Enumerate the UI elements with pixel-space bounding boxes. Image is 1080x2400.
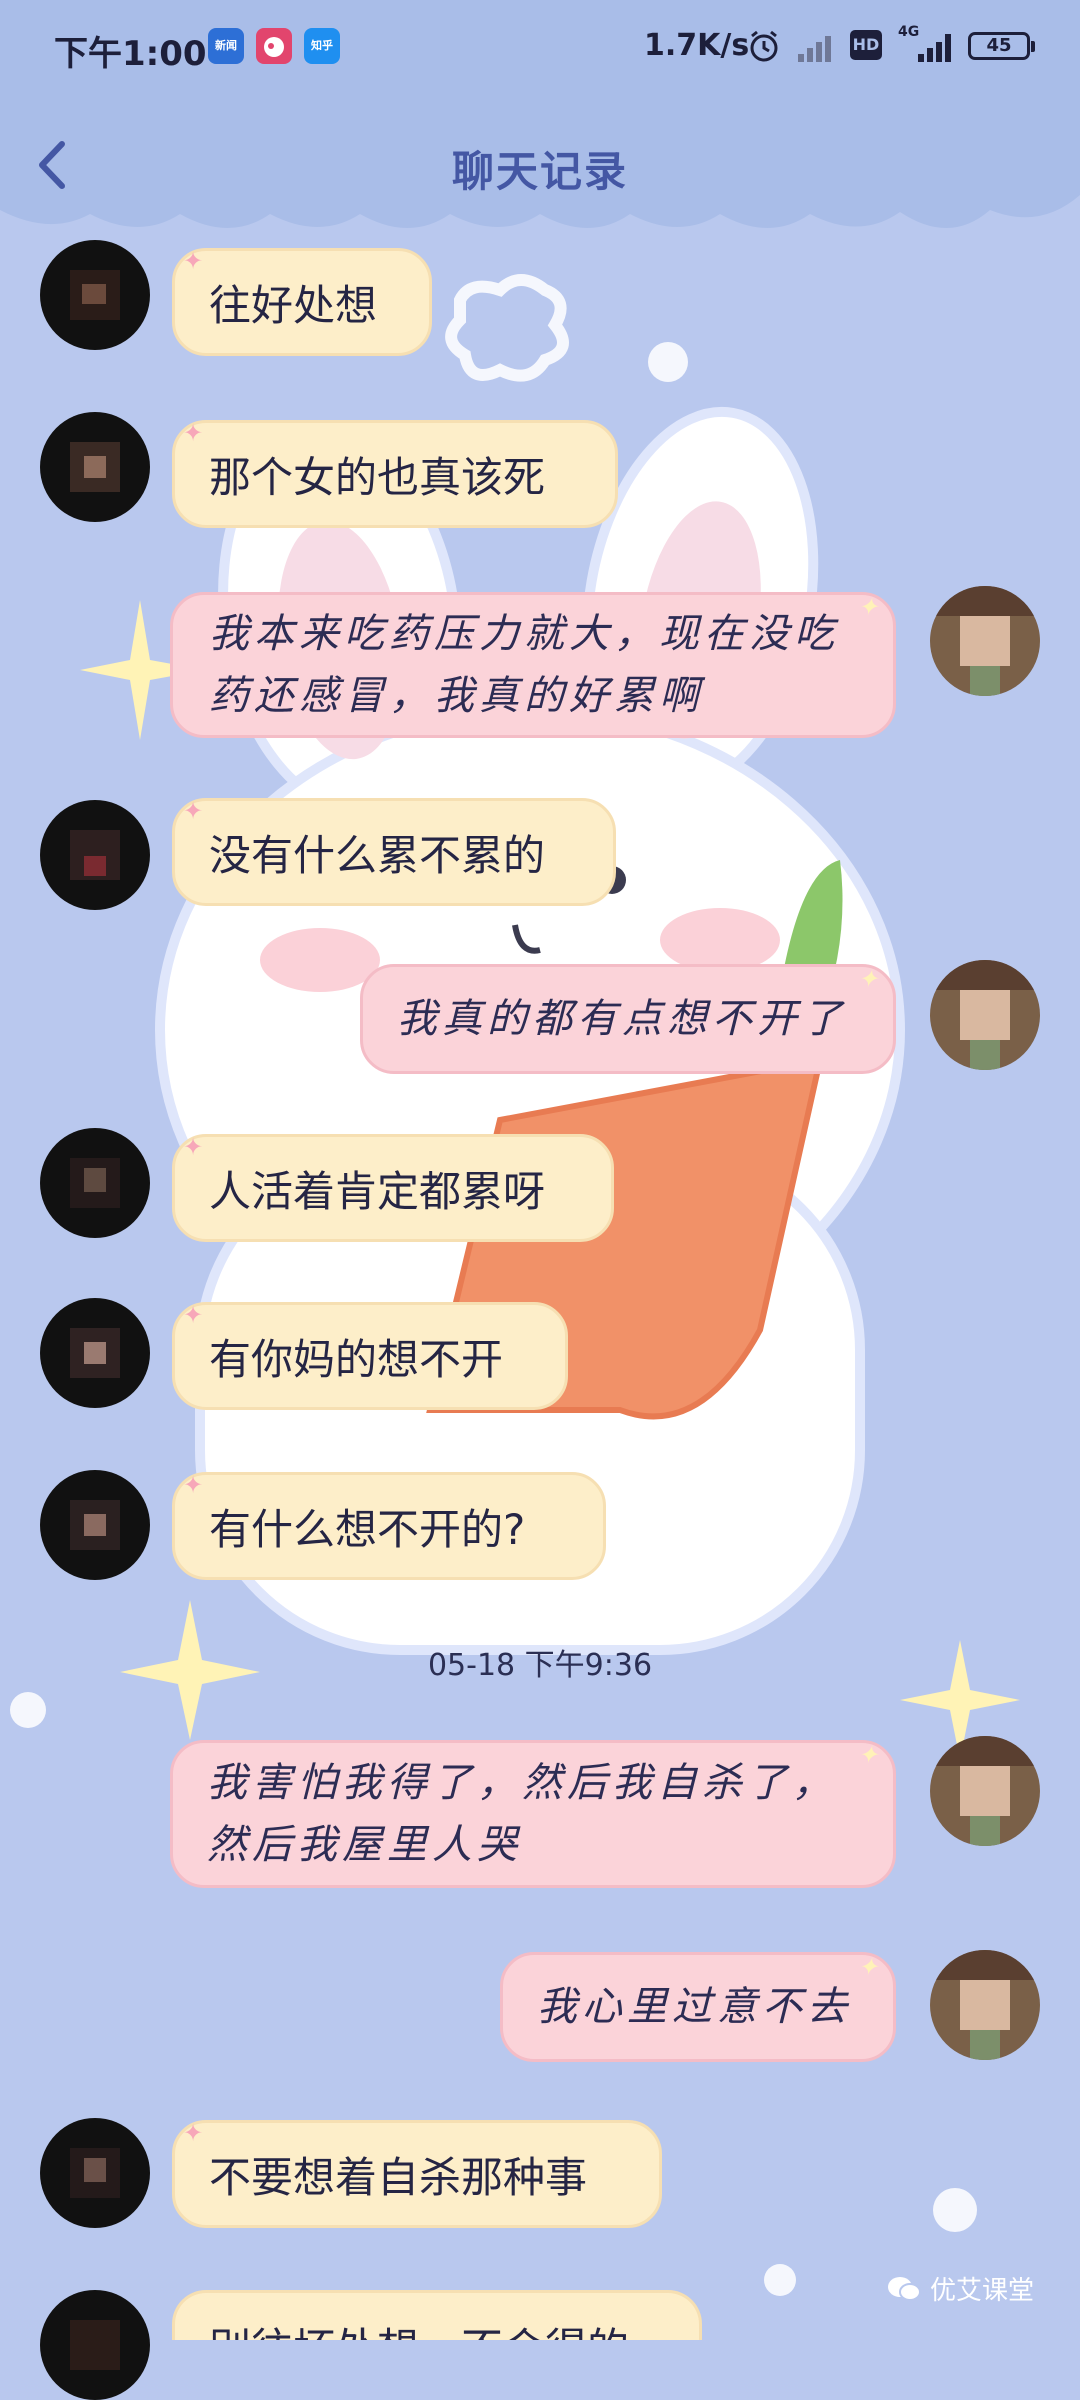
message-text: 别往坏处想，不会得的 bbox=[209, 2315, 629, 2340]
star-decoration-icon: ✦ bbox=[183, 247, 204, 275]
my-avatar[interactable] bbox=[930, 586, 1040, 696]
message-bubble[interactable]: 人活着肯定都累呀 ✦ bbox=[172, 1133, 614, 1242]
message-text: 有什么想不开的? bbox=[209, 1504, 526, 1554]
cellular-signal-icon bbox=[916, 28, 956, 68]
watermark-text: 优艾课堂 bbox=[930, 2276, 1035, 2306]
star-decoration-icon: ✦ bbox=[183, 797, 204, 825]
message-bubble[interactable]: 我本来吃药压力就大，现在没吃药还感冒，我真的好累啊 ✦ bbox=[170, 592, 896, 738]
star-decoration-icon: ✦ bbox=[183, 1301, 204, 1329]
contact-avatar[interactable] bbox=[40, 2118, 150, 2228]
message-text: 没有什么累不累的 bbox=[209, 830, 546, 880]
message-bubble[interactable]: 我心里过意不去 ✦ bbox=[500, 1952, 896, 2062]
alarm-icon bbox=[746, 28, 782, 68]
contact-avatar[interactable] bbox=[40, 1298, 150, 1408]
message-text: 我真的都有点想不开了 bbox=[397, 996, 847, 1042]
contact-avatar[interactable] bbox=[40, 800, 150, 910]
message-text: 那个女的也真该死 bbox=[209, 452, 546, 502]
message-text: 人活着肯定都累呀 bbox=[209, 1166, 546, 1216]
message-text: 不要想着自杀那种事 bbox=[209, 2152, 588, 2202]
message-bubble[interactable]: 那个女的也真该死 ✦ bbox=[172, 419, 618, 528]
message-bubble[interactable]: 有什么想不开的? ✦ bbox=[172, 1471, 606, 1580]
message-bubble[interactable]: 我害怕我得了，然后我自杀了，然后我屋里人哭 ✦ bbox=[170, 1740, 896, 1888]
star-decoration-icon: ✦ bbox=[183, 2119, 204, 2147]
status-time: 下午1:00 bbox=[54, 34, 207, 74]
star-decoration-icon: ✦ bbox=[857, 593, 883, 621]
battery-indicator: 45 bbox=[968, 32, 1035, 60]
message-bubble[interactable]: 没有什么累不累的 ✦ bbox=[172, 797, 616, 906]
message-text: 我本来吃药压力就大，现在没吃药还感冒，我真的好累啊 bbox=[209, 611, 839, 719]
star-decoration-icon: ✦ bbox=[183, 1471, 204, 1499]
contact-avatar[interactable] bbox=[40, 240, 150, 350]
status-bar: 下午1:00 新闻 知乎 1.7K/s HD 4G 45 bbox=[0, 0, 1080, 92]
star-decoration-icon: ✦ bbox=[857, 1953, 883, 1981]
message-text: 我心里过意不去 bbox=[537, 1984, 852, 2030]
star-decoration-icon: ✦ bbox=[183, 1133, 204, 1161]
star-decoration-icon: ✦ bbox=[857, 1741, 883, 1769]
title-bar: 聊天记录 bbox=[0, 92, 1080, 242]
message-timestamp: 05-18 下午9:36 bbox=[427, 1648, 653, 1683]
star-decoration-icon: ✦ bbox=[183, 419, 204, 447]
contact-avatar[interactable] bbox=[40, 412, 150, 522]
message-text: 往好处想 bbox=[209, 280, 378, 330]
message-bubble[interactable]: 不要想着自杀那种事 ✦ bbox=[172, 2119, 662, 2228]
my-avatar[interactable] bbox=[930, 1950, 1040, 2060]
star-decoration-icon: ✦ bbox=[857, 965, 883, 993]
contact-avatar[interactable] bbox=[40, 1470, 150, 1580]
my-avatar[interactable] bbox=[930, 960, 1040, 1070]
hd-icon: HD bbox=[850, 30, 882, 60]
watermark: 优艾课堂 bbox=[886, 2270, 1034, 2307]
contact-avatar[interactable] bbox=[40, 2290, 150, 2400]
message-bubble[interactable]: 别往坏处想，不会得的 bbox=[172, 2290, 702, 2340]
news-app-icon: 新闻 bbox=[208, 28, 244, 64]
message-text: 有你妈的想不开 bbox=[209, 1334, 504, 1384]
wechat-icon bbox=[888, 2276, 921, 2301]
message-text: 我害怕我得了，然后我自杀了，然后我屋里人哭 bbox=[207, 1760, 837, 1868]
message-bubble[interactable]: 我真的都有点想不开了 ✦ bbox=[360, 964, 896, 1074]
my-avatar[interactable] bbox=[930, 1736, 1040, 1846]
network-speed: 1.7K/s bbox=[644, 28, 750, 63]
contact-avatar[interactable] bbox=[40, 1128, 150, 1238]
zhihu-app-icon: 知乎 bbox=[304, 28, 340, 64]
page-title: 聊天记录 bbox=[451, 147, 628, 196]
wifi-signal-icon bbox=[796, 28, 836, 68]
message-bubble[interactable]: 有你妈的想不开 ✦ bbox=[172, 1301, 568, 1410]
message-bubble[interactable]: 往好处想 ✦ bbox=[172, 247, 432, 356]
weibo-app-icon bbox=[256, 28, 292, 64]
